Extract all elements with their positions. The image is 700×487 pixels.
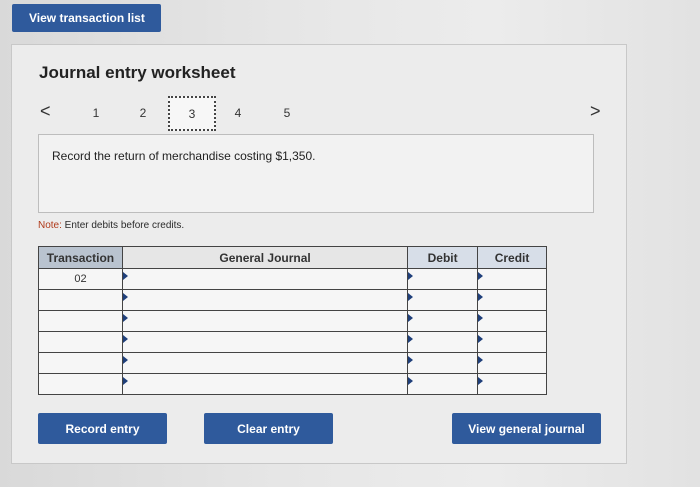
dropdown-arrow-icon bbox=[122, 356, 128, 364]
chevron-right-icon[interactable]: > bbox=[590, 101, 601, 122]
dropdown-arrow-icon bbox=[478, 356, 484, 364]
note-label: Note: bbox=[38, 220, 62, 231]
table-row bbox=[38, 289, 547, 311]
dropdown-arrow-icon bbox=[122, 272, 128, 280]
dropdown-arrow-icon bbox=[408, 293, 414, 301]
dropdown-arrow-icon bbox=[408, 314, 414, 322]
debit-cell[interactable] bbox=[407, 310, 479, 332]
credit-cell[interactable] bbox=[477, 310, 547, 332]
table-row bbox=[38, 373, 547, 395]
transaction-cell[interactable] bbox=[38, 310, 123, 332]
general-journal-cell[interactable] bbox=[121, 352, 409, 374]
dropdown-arrow-icon bbox=[408, 377, 414, 385]
general-journal-cell[interactable] bbox=[121, 373, 409, 395]
table-row bbox=[38, 310, 547, 332]
header-transaction: Transaction bbox=[38, 246, 123, 269]
credit-cell[interactable] bbox=[477, 352, 547, 374]
note-text: Enter debits before credits. bbox=[61, 220, 185, 231]
page-1[interactable]: 1 bbox=[86, 106, 106, 120]
view-transaction-list-button[interactable]: View transaction list bbox=[12, 4, 161, 32]
clear-entry-button[interactable]: Clear entry bbox=[204, 413, 333, 444]
page-5[interactable]: 5 bbox=[277, 106, 297, 120]
table-row bbox=[38, 352, 547, 374]
record-entry-button[interactable]: Record entry bbox=[38, 413, 167, 444]
general-journal-cell[interactable] bbox=[121, 310, 409, 332]
debit-cell[interactable] bbox=[407, 331, 479, 353]
debit-cell[interactable] bbox=[407, 289, 479, 311]
dropdown-arrow-icon bbox=[408, 272, 414, 280]
header-debit: Debit bbox=[407, 246, 479, 269]
transaction-cell[interactable] bbox=[38, 331, 123, 353]
note: Note: Enter debits before credits. bbox=[38, 220, 184, 231]
worksheet-title: Journal entry worksheet bbox=[39, 63, 236, 82]
credit-cell[interactable] bbox=[477, 268, 547, 290]
dropdown-arrow-icon bbox=[122, 314, 128, 322]
general-journal-cell[interactable] bbox=[121, 268, 409, 290]
transaction-cell[interactable] bbox=[38, 289, 123, 311]
dropdown-arrow-icon bbox=[122, 377, 128, 385]
dropdown-arrow-icon bbox=[478, 314, 484, 322]
credit-cell[interactable] bbox=[477, 331, 547, 353]
credit-cell[interactable] bbox=[477, 373, 547, 395]
dropdown-arrow-icon bbox=[408, 356, 414, 364]
transaction-cell[interactable] bbox=[38, 352, 123, 374]
debit-cell[interactable] bbox=[407, 352, 479, 374]
header-credit: Credit bbox=[477, 246, 547, 269]
header-general-journal: General Journal bbox=[121, 246, 409, 269]
worksheet-pager: < 1 2 3 4 5 > bbox=[12, 95, 626, 135]
table-row: 02 bbox=[38, 268, 547, 290]
dropdown-arrow-icon bbox=[408, 335, 414, 343]
view-general-journal-button[interactable]: View general journal bbox=[452, 413, 601, 444]
transaction-cell[interactable]: 02 bbox=[38, 268, 123, 290]
credit-cell[interactable] bbox=[477, 289, 547, 311]
general-journal-cell[interactable] bbox=[121, 289, 409, 311]
journal-entry-table: Transaction General Journal Debit Credit… bbox=[38, 246, 547, 395]
general-journal-cell[interactable] bbox=[121, 331, 409, 353]
dropdown-arrow-icon bbox=[478, 377, 484, 385]
dropdown-arrow-icon bbox=[478, 293, 484, 301]
dropdown-arrow-icon bbox=[122, 293, 128, 301]
instruction-box: Record the return of merchandise costing… bbox=[38, 134, 594, 213]
dropdown-arrow-icon bbox=[478, 272, 484, 280]
journal-entry-worksheet: Journal entry worksheet < 1 2 3 4 5 > Re… bbox=[11, 44, 627, 464]
dropdown-arrow-icon bbox=[478, 335, 484, 343]
instruction-text: Record the return of merchandise costing… bbox=[52, 149, 316, 163]
transaction-cell[interactable] bbox=[38, 373, 123, 395]
table-row bbox=[38, 331, 547, 353]
page-3-current[interactable]: 3 bbox=[168, 96, 216, 131]
dropdown-arrow-icon bbox=[122, 335, 128, 343]
debit-cell[interactable] bbox=[407, 268, 479, 290]
page-4[interactable]: 4 bbox=[228, 106, 248, 120]
page-2[interactable]: 2 bbox=[133, 106, 153, 120]
debit-cell[interactable] bbox=[407, 373, 479, 395]
chevron-left-icon[interactable]: < bbox=[40, 101, 51, 122]
